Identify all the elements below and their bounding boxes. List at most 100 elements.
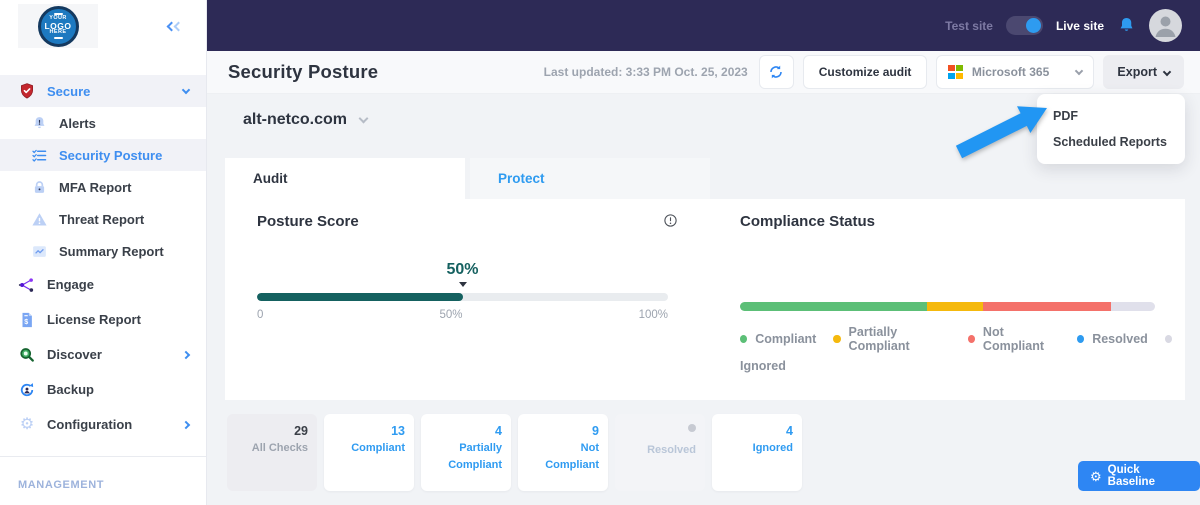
site-selector-dropdown[interactable]: alt-netco.com <box>243 111 369 129</box>
tab-audit[interactable]: Audit <box>225 158 465 199</box>
export-menu-item-pdf[interactable]: PDF <box>1037 103 1185 129</box>
shield-icon <box>18 82 36 100</box>
chevron-down-icon <box>1075 66 1084 75</box>
compliance-stacked-bar <box>740 302 1155 311</box>
legend-dot-resolved <box>1076 335 1085 343</box>
product-selector-value: Microsoft 365 <box>971 65 1050 79</box>
annotation-arrow <box>955 106 1047 159</box>
sidebar-item-threat-report[interactable]: Threat Report <box>0 203 206 235</box>
sidebar-item-alerts[interactable]: Alerts <box>0 107 206 139</box>
lock-icon <box>30 179 48 196</box>
sidebar-item-label: Security Posture <box>59 147 163 163</box>
gear-icon: ⚙ <box>19 415 35 433</box>
user-avatar[interactable] <box>1149 9 1182 42</box>
sidebar-item-label: Threat Report <box>59 211 145 227</box>
card-label: Partially Compliant <box>448 442 502 471</box>
sidebar: YOUR LOGO HERE Secure Alerts Security Po… <box>0 0 207 505</box>
legend-dot-not-compliant <box>967 335 975 343</box>
legend-dot-partially-compliant <box>833 335 841 343</box>
legend-label-compliant: Compliant <box>755 332 817 346</box>
card-label: Compliant <box>351 442 405 454</box>
segment-ignored <box>1111 302 1155 311</box>
chevron-down-icon <box>181 85 191 94</box>
card-all-checks[interactable]: 29 All Checks <box>227 414 317 491</box>
card-value: 4 <box>786 424 793 438</box>
card-compliant[interactable]: 13 Compliant <box>324 414 414 491</box>
notifications-bell-icon[interactable] <box>1117 16 1136 35</box>
refresh-icon <box>768 64 784 80</box>
posture-score-value: 50% <box>446 261 479 278</box>
legend-label-ignored: Ignored <box>740 359 786 373</box>
compliance-legend: Compliant Partially Compliant Not Compli… <box>740 325 1180 379</box>
logo-text-line3: HERE <box>49 29 67 36</box>
chevron-down-icon <box>358 113 369 124</box>
legend-label-not-compliant: Not Compliant <box>982 325 1045 353</box>
gauge-tick-mid: 50% <box>439 309 463 321</box>
topbar: Test site Live site <box>207 0 1200 51</box>
audit-panel: Posture Score 50% 0 50% 100% Compliance … <box>225 199 1185 400</box>
sidebar-item-discover[interactable]: Discover <box>0 337 206 372</box>
card-partially-compliant[interactable]: 4 Partially Compliant <box>421 414 511 491</box>
resolved-disabled-dot <box>688 424 696 432</box>
card-ignored[interactable]: 4 Ignored <box>712 414 802 491</box>
info-icon[interactable] <box>663 213 678 233</box>
sidebar-item-secure[interactable]: Secure <box>0 75 206 107</box>
site-toggle[interactable] <box>1005 16 1043 35</box>
customize-audit-button[interactable]: Customize audit <box>802 55 928 89</box>
sidebar-item-engage[interactable]: Engage <box>0 267 206 302</box>
refresh-button[interactable] <box>758 55 794 89</box>
export-menu-item-scheduled-reports[interactable]: Scheduled Reports <box>1037 129 1185 155</box>
card-label: Not Compliant <box>545 442 599 471</box>
tab-protect[interactable]: Protect <box>470 158 710 199</box>
card-value: 9 <box>592 424 599 438</box>
site-name: alt-netco.com <box>243 111 348 128</box>
sidebar-nav: Secure Alerts Security Posture MFA Repor… <box>0 75 206 442</box>
card-not-compliant[interactable]: 9 Not Compliant <box>518 414 608 491</box>
company-logo: YOUR LOGO HERE <box>18 4 98 48</box>
sidebar-item-label: Discover <box>47 347 102 362</box>
chevron-down-icon <box>1162 67 1172 76</box>
sidebar-item-label: Alerts <box>59 115 96 131</box>
live-site-label: Live site <box>1055 18 1104 33</box>
page-header: Security Posture Last updated: 3:33 PM O… <box>207 51 1200 94</box>
gauge-track <box>257 293 668 301</box>
restore-icon <box>18 381 36 399</box>
sidebar-item-label: Summary Report <box>59 243 164 259</box>
sidebar-collapse-button[interactable] <box>166 17 184 35</box>
sidebar-item-license-report[interactable]: $ License Report <box>0 302 206 337</box>
segment-compliant <box>740 302 927 311</box>
sidebar-item-label: Backup <box>47 382 94 397</box>
sidebar-item-label: MFA Report <box>59 179 132 195</box>
posture-score-gauge: 50% 0 50% 100% <box>257 261 668 321</box>
export-button[interactable]: Export <box>1103 55 1184 89</box>
sidebar-item-security-posture[interactable]: Security Posture <box>0 139 206 171</box>
gauge-tick-max: 100% <box>638 309 668 321</box>
legend-label-resolved: Resolved <box>1092 332 1148 346</box>
chevron-right-icon <box>181 420 191 429</box>
posture-score-title: Posture Score <box>257 213 359 230</box>
segment-partially-compliant <box>926 302 983 311</box>
sidebar-item-configuration[interactable]: ⚙ Configuration <box>0 407 206 442</box>
card-resolved[interactable]: Resolved <box>615 414 705 491</box>
card-label: Resolved <box>647 444 696 456</box>
chevron-right-icon <box>181 350 191 359</box>
sidebar-item-summary-report[interactable]: Summary Report <box>0 235 206 267</box>
sidebar-item-backup[interactable]: Backup <box>0 372 206 407</box>
gauge-marker <box>458 282 467 287</box>
last-updated-text: Last updated: 3:33 PM Oct. 25, 2023 <box>543 65 748 79</box>
quick-baseline-button[interactable]: ⚙ Quick Baseline <box>1078 461 1200 491</box>
line-chart-icon <box>30 243 48 260</box>
checklist-icon <box>30 147 48 164</box>
card-value: 13 <box>391 424 405 438</box>
product-selector-dropdown[interactable]: Microsoft 365 <box>936 55 1095 89</box>
page-title: Security Posture <box>228 61 379 82</box>
sidebar-item-mfa-report[interactable]: MFA Report <box>0 171 206 203</box>
toggle-knob <box>1025 18 1041 33</box>
chevron-left-icon <box>174 21 184 32</box>
sidebar-item-label: Engage <box>47 277 94 292</box>
test-site-label: Test site <box>945 18 993 33</box>
card-value: 4 <box>495 424 502 438</box>
segment-not-compliant <box>982 302 1112 311</box>
export-dropdown-menu: PDF Scheduled Reports <box>1037 94 1185 164</box>
invoice-icon: $ <box>18 311 36 329</box>
